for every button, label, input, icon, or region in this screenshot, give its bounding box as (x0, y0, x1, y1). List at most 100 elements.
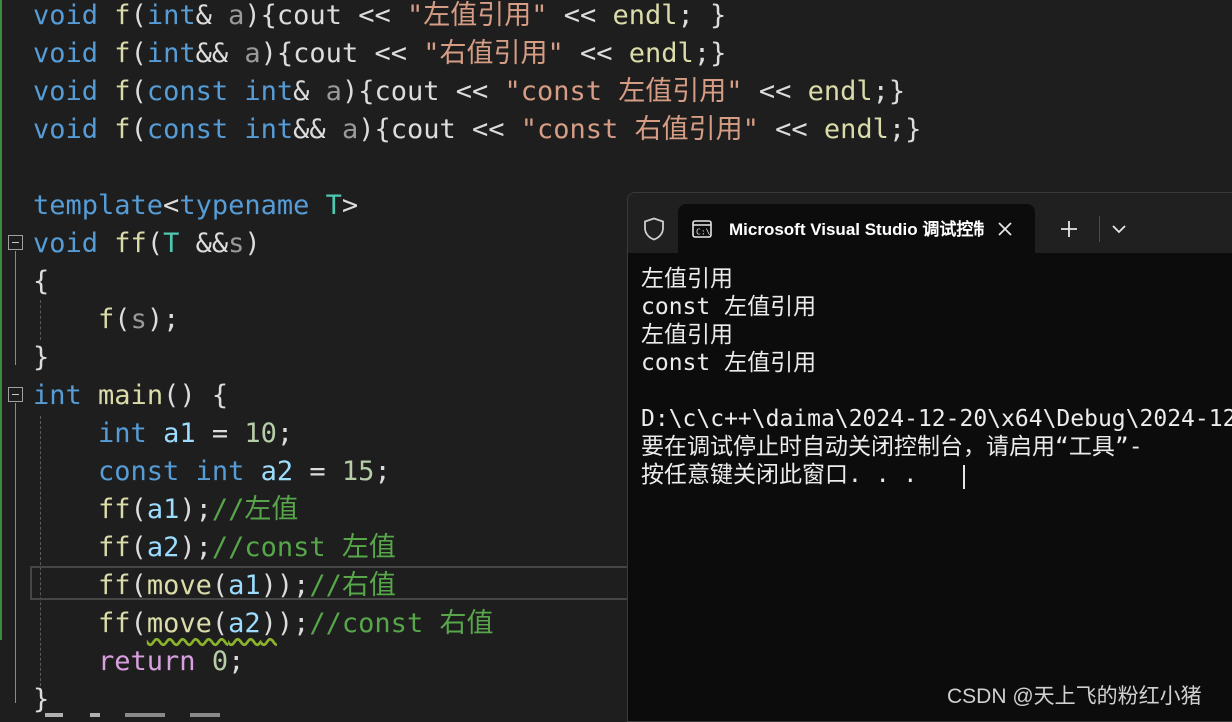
code-token: ff (98, 570, 131, 601)
code-token: ( (130, 494, 147, 525)
code-token: f (114, 114, 131, 145)
code-token: ( (130, 532, 147, 563)
code-token: ){ (260, 38, 294, 69)
code-line[interactable]: template<typename T> (33, 187, 358, 225)
code-token: << (341, 0, 407, 31)
code-token: int (244, 114, 294, 145)
code-token: void (33, 228, 99, 259)
code-token: ff (114, 228, 147, 259)
code-line[interactable]: ff(move(a1));//右值 (33, 567, 396, 605)
plus-icon[interactable] (1058, 218, 1080, 240)
code-token: void (33, 114, 99, 145)
code-token: f (114, 0, 131, 31)
code-token: () { (163, 380, 229, 411)
console-titlebar[interactable]: C:\ Microsoft Visual Studio 调试控制台 (628, 193, 1232, 254)
fold-toggle-main[interactable] (8, 387, 23, 402)
output-line: D:\c\c++\daima\2024-12-20\x64\Debug\2024… (641, 406, 1232, 432)
code-token: << (358, 38, 424, 69)
code-token: T (325, 190, 342, 221)
code-line[interactable]: } (33, 339, 49, 377)
code-token: int (98, 418, 147, 449)
code-token: ){ (341, 76, 375, 107)
svg-text:C:\: C:\ (696, 228, 711, 237)
code-token: a1 (163, 418, 196, 449)
code-line[interactable]: ff(move(a2));//const 右值 (33, 605, 493, 643)
code-line[interactable]: void f(int& a){cout << "左值引用" << endl; } (33, 0, 726, 35)
code-token: return (98, 646, 196, 677)
code-token: ( (130, 570, 147, 601)
code-token: ff (98, 532, 131, 563)
code-line[interactable]: void ff(T &&s) (33, 225, 261, 263)
code-line[interactable]: ff(a1);//左值 (33, 491, 298, 529)
code-token: ( (130, 76, 147, 107)
code-token: ( (146, 228, 164, 259)
code-token: ){ (244, 0, 277, 31)
code-token: void (33, 76, 99, 107)
debug-console-window[interactable]: C:\ Microsoft Visual Studio 调试控制台 左值引用 c… (627, 192, 1232, 722)
code-line[interactable]: ff(a2);//const 左值 (33, 529, 396, 567)
code-line[interactable]: return 0; (33, 643, 244, 681)
code-token: a2 (228, 608, 261, 639)
code-line[interactable]: { (33, 263, 49, 301)
tab-title: Microsoft Visual Studio 调试控制台 (729, 220, 984, 239)
terminal-icon: C:\ (692, 220, 712, 238)
code-token: move (146, 608, 212, 639)
code-token: int (146, 38, 196, 69)
code-line[interactable]: int main() { (33, 377, 228, 415)
code-token: ff (98, 494, 131, 525)
fold-toggle-ff[interactable] (8, 235, 23, 250)
code-line[interactable]: void f(const int& a){cout << "const 左值引用… (33, 73, 905, 111)
code-token: s (228, 228, 245, 259)
code-token: < (163, 190, 180, 221)
chevron-down-icon[interactable] (1108, 220, 1130, 238)
output-line: 左值引用 (641, 266, 733, 292)
shield-icon[interactable] (643, 217, 665, 241)
code-token: a2 (260, 456, 294, 487)
text-cursor (963, 465, 965, 489)
code-token: & (293, 76, 326, 107)
code-token: 15 (341, 456, 375, 487)
output-line: const 左值引用 (641, 294, 817, 320)
code-token: "const 右值引用" (520, 114, 759, 145)
code-token: ( (130, 608, 147, 639)
code-token: ; (374, 456, 391, 487)
code-token: } (33, 342, 50, 373)
console-tab[interactable]: C:\ Microsoft Visual Studio 调试控制台 (678, 204, 1035, 254)
code-token: ;} (888, 114, 922, 145)
code-line[interactable]: int a1 = 10; (33, 415, 293, 453)
code-line[interactable]: void f(const int&& a){cout << "const 右值引… (33, 111, 921, 149)
code-token: a1 (228, 570, 261, 601)
close-icon[interactable] (996, 220, 1014, 238)
console-output[interactable]: 左值引用 const 左值引用 左值引用 const 左值引用 D:\c\c++… (641, 265, 1232, 715)
code-token: ); (179, 494, 212, 525)
code-token: "左值引用" (406, 0, 548, 31)
change-tracking-bar (0, 0, 2, 640)
code-token: & (195, 0, 229, 31)
code-token: 0 (211, 646, 229, 677)
code-line[interactable]: f(s); (33, 301, 179, 339)
code-token: f (114, 38, 131, 69)
code-token: a (325, 76, 342, 107)
code-line[interactable]: void f(int&& a){cout << "右值引用" << endl;} (33, 35, 726, 73)
code-token: << (742, 76, 808, 107)
code-line[interactable]: const int a2 = 15; (33, 453, 391, 491)
watermark: CSDN @天上飞的粉红小猪 (947, 685, 1202, 708)
code-token: //左值 (211, 494, 299, 525)
code-token: ){ (358, 114, 391, 145)
code-token: "const 左值引用" (504, 76, 743, 107)
code-token: endl (823, 114, 889, 145)
code-token: ); (179, 532, 212, 563)
code-token: ff (98, 608, 131, 639)
code-token: "右值引用" (423, 38, 564, 69)
